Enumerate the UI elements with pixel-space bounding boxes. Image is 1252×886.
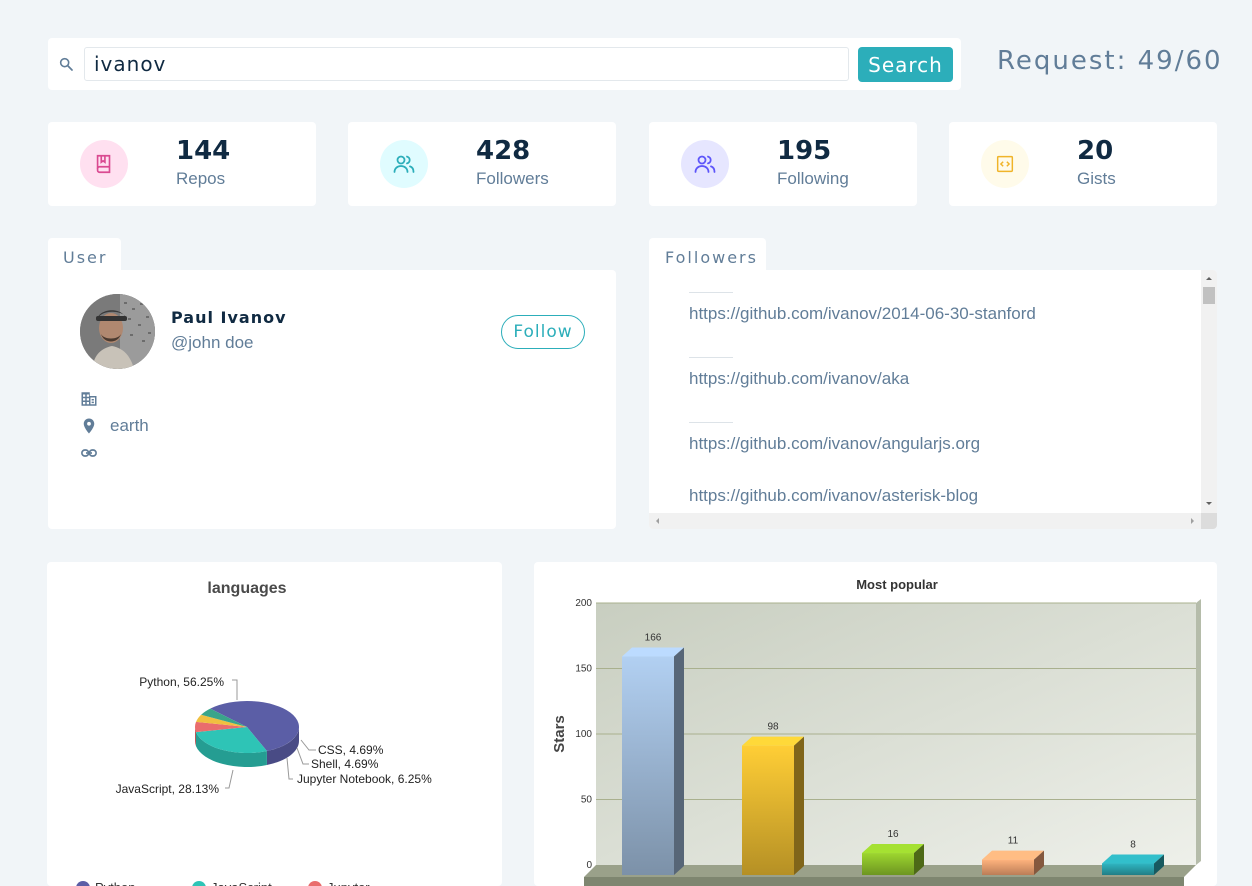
horizontal-scrollbar[interactable] [649,513,1201,529]
bar-top [622,647,684,657]
avatar [80,294,155,369]
legend-marker [76,881,90,886]
following-label: Following [777,169,849,188]
y-tick-label: 0 [586,860,592,871]
languages-chart-title: languages [207,580,286,597]
follower-link[interactable]: https://github.com/ivanov/angularjs.org [689,434,980,454]
followers-card: 428 Followers [348,122,616,206]
follower-link[interactable]: https://github.com/ivanov/asterisk-blog [689,486,978,506]
bar-value-label: 166 [645,633,662,644]
bar-top [1102,854,1164,864]
tab-followers: Followers [649,238,766,270]
follower-avatar-placeholder [689,292,733,293]
repos-card: 144 Repos [48,122,316,206]
bar-top [982,850,1044,860]
search-bar: Search [48,38,961,90]
company-row [80,389,110,409]
legend-item[interactable]: Jupyter [327,880,370,886]
pie-data-label: CSS, 4.69% [318,743,384,757]
request-counter: Request: 49/60 [997,46,1223,76]
tab-user: User [48,238,121,270]
bar-side [674,647,684,875]
followers-count: 428 [476,136,531,166]
users-icon [380,140,428,188]
pie-data-label: Python, 56.25% [139,675,224,689]
scroll-left-icon[interactable] [651,513,663,529]
blog-row [80,443,110,463]
follower-avatar-placeholder [689,357,733,358]
building-icon [81,392,97,406]
bar-front[interactable] [742,745,794,875]
scroll-down-icon[interactable] [1201,498,1217,510]
bar-side [794,736,804,875]
bar-top [742,736,804,746]
bar-value-label: 11 [1008,836,1019,847]
gists-label: Gists [1077,169,1116,188]
search-button[interactable]: Search [858,47,953,82]
pie-connector-line [300,739,316,751]
pie-connector-line [296,747,309,765]
follower-link[interactable]: https://github.com/ivanov/2014-06-30-sta… [689,304,1036,324]
user-plus-icon [681,140,729,188]
most-popular-bar-svg: Most popular Stars 0 50 100 150 200 166 98 16 1… [551,577,1201,886]
user-login: @john doe [171,333,254,352]
followers-label: Followers [476,169,549,188]
repos-label: Repos [176,169,226,188]
link-icon [81,449,97,457]
repos-count: 144 [176,136,231,166]
bar-top [862,844,924,854]
bar-value-label: 16 [887,829,899,840]
bar-value-label: 98 [767,722,779,733]
languages-pie-svg: languages Python, 56.25% JavaScript, 28.1… [76,580,432,886]
y-tick-label: 100 [575,729,592,740]
following-count: 195 [777,136,832,166]
languages-chart: languages Python, 56.25% JavaScript, 28.1… [47,562,502,886]
pie-data-label: JavaScript, 28.13% [116,782,220,796]
scroll-up-icon[interactable] [1201,272,1217,284]
pie-data-label: Shell, 4.69% [311,757,379,771]
following-card: 195 Following [649,122,917,206]
legend-item[interactable]: Python [95,880,135,886]
gists-count: 20 [1077,136,1114,166]
follow-button[interactable]: Follow [501,315,585,349]
legend-marker [308,881,322,886]
scrollbar-thumb[interactable] [1203,287,1215,304]
location-row: earth [80,416,149,436]
pie-connector-line [225,769,234,789]
user-name: Paul Ivanov [171,308,287,327]
user-card: Paul Ivanov @john doe Follow earth [48,270,616,529]
scrollbar-corner [1201,513,1217,529]
follower-avatar-placeholder [689,422,733,423]
code-icon [981,140,1029,188]
y-tick-label: 200 [575,598,592,609]
gists-card: 20 Gists [949,122,1217,206]
bar-front[interactable] [982,859,1034,875]
legend-marker [192,881,206,886]
scroll-right-icon[interactable] [1187,513,1199,529]
pie-connector-line [286,757,293,780]
search-icon [59,57,73,71]
pie-data-label: Jupyter Notebook, 6.25% [297,772,432,786]
location-text: earth [110,416,149,435]
y-tick-label: 50 [581,795,593,806]
followers-list[interactable]: https://github.com/ivanov/2014-06-30-sta… [649,270,1217,529]
vertical-scrollbar[interactable] [1201,270,1217,513]
follower-link[interactable]: https://github.com/ivanov/aka [689,369,909,389]
most-popular-chart-title: Most popular [856,577,938,592]
bar-value-label: 8 [1130,840,1136,851]
book-icon [80,140,128,188]
search-input[interactable] [84,47,849,81]
bar-front[interactable] [622,656,674,875]
bar-front[interactable] [862,853,914,875]
pie-connector-line [232,679,238,700]
stars-axis-label: Stars [551,715,568,753]
most-popular-chart: Most popular Stars 0 50 100 150 200 166 98 16 1… [534,562,1217,886]
location-pin-icon [83,418,95,434]
plot-side-wall [1196,599,1201,865]
legend-item[interactable]: JavaScript [211,880,272,886]
y-tick-label: 150 [575,664,592,675]
bar-front[interactable] [1102,863,1154,875]
chart-floor-edge [584,877,1184,886]
